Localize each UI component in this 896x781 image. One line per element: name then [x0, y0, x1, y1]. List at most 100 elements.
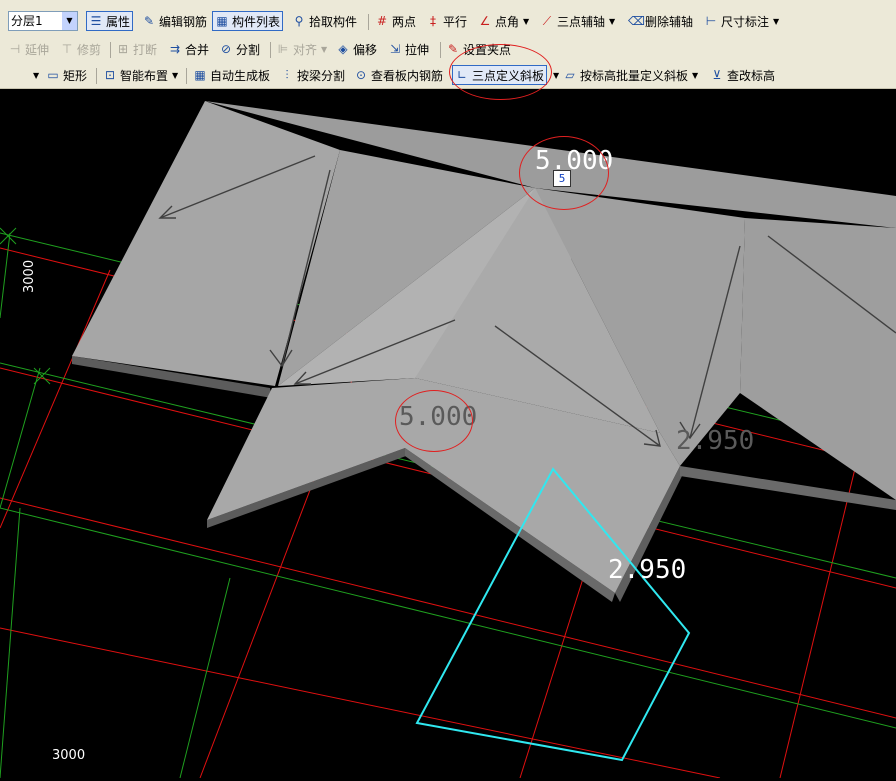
break-icon: ⊞ — [117, 42, 129, 56]
toolbar-separator — [186, 68, 187, 84]
edit-rebar-button[interactable]: ✎ 编辑钢筋 — [142, 11, 207, 31]
elevation-icon: ⊻ — [712, 68, 722, 82]
toolbar-separator — [110, 42, 111, 58]
auto-generate-button[interactable]: ▦ 自动生成板 — [193, 65, 270, 85]
stretch-button[interactable]: ⇲ 拉伸 — [388, 39, 429, 59]
elevation-label-bottom: 2.950 — [608, 555, 687, 585]
point-angle-button[interactable]: ∠ 点角 ▼ — [478, 11, 530, 31]
chevron-down-icon[interactable]: ▼ — [773, 17, 779, 26]
parallel-axis-icon: ‡ — [430, 14, 436, 28]
view-rebar-label: 查看板内钢筋 — [371, 68, 444, 83]
align-button[interactable]: ⊫ 对齐 ▼ — [276, 39, 327, 59]
two-points-button[interactable]: # 两点 — [375, 11, 416, 31]
parallel-button[interactable]: ‡ 平行 — [426, 11, 467, 31]
auto-generate-label: 自动生成板 — [210, 68, 271, 83]
trim-button[interactable]: ⊤ 修剪 — [60, 39, 101, 59]
two-points-axis-icon: # — [376, 14, 388, 28]
batch-slope-button[interactable]: ▱ 按标高批量定义斜板 ▼ — [563, 65, 698, 85]
stretch-label: 拉伸 — [405, 42, 430, 57]
chevron-down-icon[interactable]: ▼ — [609, 17, 615, 26]
highlight-circle-mid-elevation — [395, 390, 473, 452]
dimension-vertical-label: 3000 — [22, 259, 37, 293]
chevron-down-icon[interactable]: ▼ — [62, 12, 77, 30]
beam-split-icon: ⫶ — [285, 68, 289, 82]
properties-button[interactable]: ☰ 属性 — [86, 11, 134, 31]
merge-icon: ⇉ — [169, 42, 181, 56]
rectangle-button[interactable]: ▭ 矩形 — [46, 65, 87, 85]
toolbar-separator — [270, 42, 271, 58]
layer-select[interactable]: 分层1 ▼ — [8, 11, 78, 31]
edit-rebar-label: 编辑钢筋 — [159, 14, 208, 29]
offset-button[interactable]: ◈ 偏移 — [336, 39, 377, 59]
drawing-canvas[interactable]: 5.000 5 5.000 2.950 2.950 3000 3000 — [0, 88, 896, 779]
view-icon: ⊙ — [355, 68, 367, 82]
chevron-down-icon[interactable]: ▼ — [172, 71, 178, 80]
elevation-label-right: 2.950 — [676, 426, 755, 456]
three-point-axis-label: 三点辅轴 — [557, 14, 606, 29]
chevron-down-icon[interactable]: ▼ — [692, 71, 698, 80]
properties-label: 属性 — [106, 14, 131, 29]
break-label: 打断 — [133, 42, 158, 57]
dimension-icon: ⊢ — [705, 14, 717, 28]
toolbar-row-2: ⊣ 延伸 ⊤ 修剪 ⊞ 打断 ⇉ 合并 ⊘ 分割 ⊫ 对齐 ▼ ◈ 偏移 ⇲ 拉… — [0, 36, 896, 63]
view-rebar-button[interactable]: ⊙ 查看板内钢筋 — [354, 65, 443, 85]
rectangle-icon: ▭ — [47, 68, 59, 82]
eraser-icon: ⌫ — [628, 14, 645, 28]
extend-label: 延伸 — [25, 42, 50, 57]
offset-label: 偏移 — [353, 42, 378, 57]
batch-slope-label: 按标高批量定义斜板 — [580, 68, 689, 83]
delete-axis-button[interactable]: ⌫ 删除辅轴 — [628, 11, 693, 31]
smart-layout-label: 智能布置 — [120, 68, 169, 83]
split-by-beam-button[interactable]: ⫶ 按梁分割 — [280, 65, 345, 85]
toolbar-row-1: 分层1 ▼ ☰ 属性 ✎ 编辑钢筋 ▦ 构件列表 ⚲ 拾取构件 # 两点 ‡ 平… — [0, 8, 896, 37]
component-list-label: 构件列表 — [232, 14, 281, 29]
eyedropper-icon: ⚲ — [294, 14, 304, 28]
chevron-down-icon[interactable]: ▼ — [33, 71, 39, 80]
split-label: 分割 — [236, 42, 261, 57]
toolbar-separator — [368, 14, 369, 30]
align-label: 对齐 — [293, 42, 318, 57]
merge-label: 合并 — [185, 42, 210, 57]
three-point-axis-button[interactable]: ⟋ 三点辅轴 ▼ — [540, 11, 615, 31]
dimension-button[interactable]: ⊢ 尺寸标注 ▼ — [704, 11, 779, 31]
break-button[interactable]: ⊞ 打断 — [116, 39, 157, 59]
delete-axis-label: 删除辅轴 — [645, 14, 694, 29]
chevron-down-icon[interactable]: ▼ — [321, 45, 327, 54]
component-list-button[interactable]: ▦ 构件列表 — [212, 11, 284, 31]
rectangle-label: 矩形 — [63, 68, 88, 83]
two-points-label: 两点 — [392, 14, 417, 29]
point-angle-icon: ∠ — [479, 14, 491, 28]
smart-layout-button[interactable]: ⊡ 智能布置 ▼ — [103, 65, 178, 85]
split-icon: ⊘ — [220, 42, 232, 56]
parallel-label: 平行 — [443, 14, 468, 29]
properties-icon: ☰ — [90, 14, 102, 28]
toolbar-separator — [96, 68, 97, 84]
layer-select-value: 分层1 — [11, 14, 43, 28]
batch-slope-icon: ▱ — [565, 68, 575, 82]
extend-icon: ⊣ — [9, 42, 21, 56]
merge-button[interactable]: ⇉ 合并 — [168, 39, 209, 59]
extend-button[interactable]: ⊣ 延伸 — [8, 39, 49, 59]
list-icon: ▦ — [216, 14, 228, 28]
offset-icon: ◈ — [338, 42, 348, 56]
chevron-down-icon[interactable]: ▼ — [553, 71, 559, 80]
dimension-horizontal-label: 3000 — [52, 748, 86, 763]
toolbar-row-3: ▼ ▭ 矩形 ⊡ 智能布置 ▼ ▦ 自动生成板 ⫶ 按梁分割 ⊙ 查看板内钢筋 … — [0, 62, 896, 89]
edit-elevation-button[interactable]: ⊻ 查改标高 — [710, 65, 775, 85]
smart-layout-icon: ⊡ — [104, 68, 116, 82]
toolbar-separator — [440, 42, 441, 58]
chevron-down-icon[interactable]: ▼ — [523, 17, 529, 26]
split-by-beam-label: 按梁分割 — [297, 68, 346, 83]
trim-icon: ⊤ — [61, 42, 73, 56]
grip-pen-icon: ✎ — [447, 42, 459, 56]
trim-label: 修剪 — [77, 42, 102, 57]
edit-elevation-label: 查改标高 — [727, 68, 776, 83]
dimension-label: 尺寸标注 — [721, 14, 770, 29]
pencil-icon: ✎ — [143, 14, 155, 28]
roof-slab-model[interactable] — [72, 101, 896, 602]
highlight-circle-top-elevation — [519, 136, 609, 210]
three-point-axis-icon: ⟋ — [542, 14, 552, 28]
pick-component-label: 拾取构件 — [309, 14, 358, 29]
pick-component-button[interactable]: ⚲ 拾取构件 — [292, 11, 357, 31]
split-button[interactable]: ⊘ 分割 — [219, 39, 260, 59]
